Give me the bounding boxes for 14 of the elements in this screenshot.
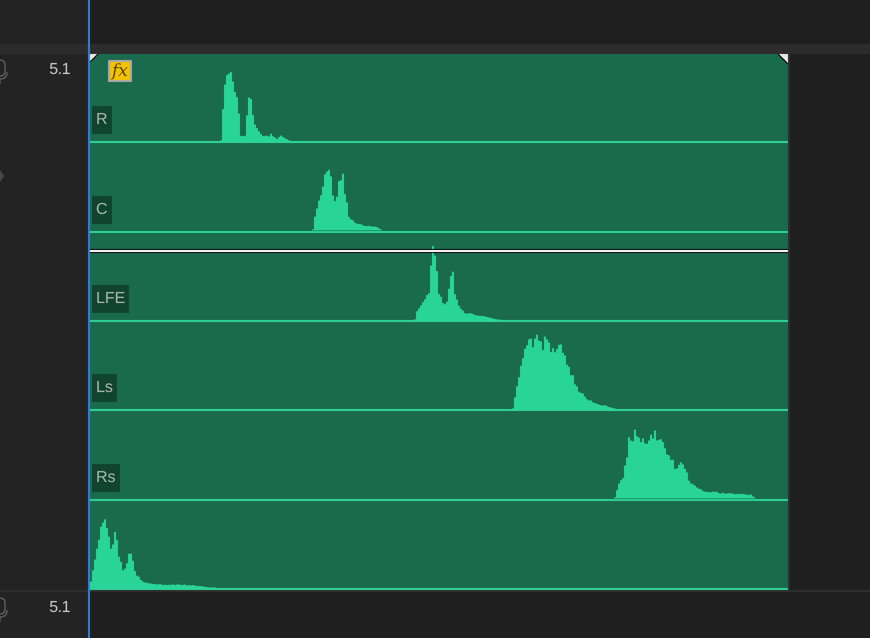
channel-format: 5.1 — [49, 60, 70, 80]
channel-label: LFE — [92, 284, 130, 313]
channel-format: 5.1 — [49, 598, 70, 618]
audio-clip[interactable]: fx R C LFE Ls Rs — [90, 54, 788, 590]
channel-label: C — [92, 196, 112, 224]
waveform — [220, 72, 290, 142]
channel-label: Ls — [92, 374, 117, 402]
channel-label: Rs — [92, 464, 120, 492]
channel-label: R — [92, 106, 112, 134]
microphone-icon[interactable] — [0, 596, 8, 622]
triangle-icon[interactable] — [0, 170, 4, 182]
waveform — [312, 170, 382, 231]
microphone-icon[interactable] — [0, 58, 8, 84]
fx-badge[interactable]: fx — [108, 60, 132, 82]
